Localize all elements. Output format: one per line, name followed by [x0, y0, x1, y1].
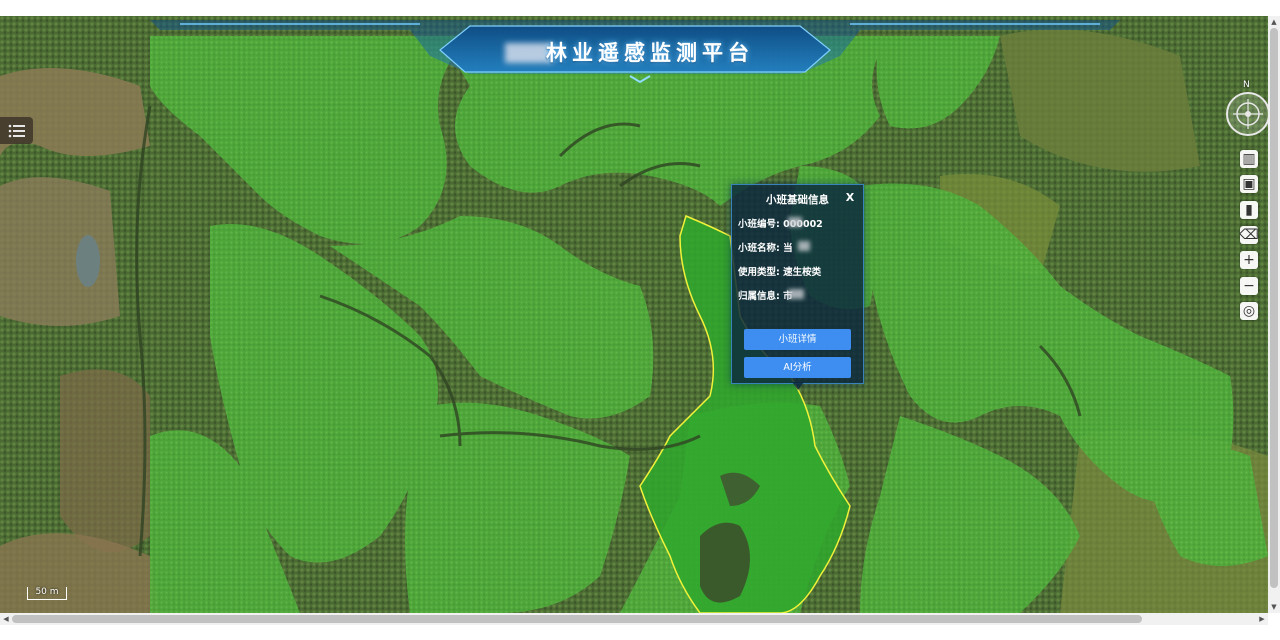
parcel-detail-button[interactable]: 小班详情 [744, 329, 851, 350]
page-title: 林业遥感监测平台 [546, 41, 754, 65]
field-label: 归属信息: [738, 291, 780, 302]
field-label: 小班编号: [738, 219, 780, 230]
list-menu-icon [8, 124, 25, 137]
height-measure-icon[interactable]: ▮ [1240, 201, 1258, 219]
farmland-patch [60, 369, 150, 552]
field-value: 速生桉类 [783, 267, 822, 278]
area-measure-icon[interactable]: ▣ [1240, 175, 1258, 193]
menu-button[interactable] [0, 117, 33, 144]
ruler-icon[interactable]: ▥ [1240, 150, 1258, 168]
redaction-mask [798, 241, 810, 251]
field-label: 小班名称: [738, 243, 780, 254]
field-value: 当 [783, 243, 793, 254]
parcel-info-popup: 小班基础信息 X 小班编号: 000002 小班名称: 当 使用类型: 速生桉类… [731, 184, 864, 384]
compass-north-label: N [1243, 80, 1250, 90]
redaction-mask [788, 217, 802, 227]
vertical-scrollbar[interactable]: ▲ ▼ [1268, 16, 1280, 613]
map-viewport[interactable]: 林业遥感监测平台 N ▥ ▣ ▮ ⌫ + − ◎ 小班基础信息 X 小班编号: … [0, 16, 1268, 613]
redaction-mask [788, 289, 804, 299]
field-label: 使用类型: [738, 267, 780, 278]
horizontal-scroll-thumb[interactable] [12, 615, 1142, 623]
zoom-in-icon[interactable]: + [1240, 251, 1258, 269]
eraser-icon[interactable]: ⌫ [1239, 226, 1259, 244]
ai-analysis-button[interactable]: AI分析 [744, 357, 851, 378]
scroll-up-icon[interactable]: ▲ [1268, 16, 1280, 28]
field-parcel-name: 小班名称: 当 [738, 240, 793, 254]
satellite-map[interactable] [0, 16, 1268, 613]
forest-island [700, 522, 750, 603]
field-parcel-id: 小班编号: 000002 [738, 216, 823, 230]
locate-icon[interactable]: ◎ [1240, 302, 1258, 320]
vertical-scroll-thumb[interactable] [1270, 28, 1278, 588]
compass-icon[interactable] [1225, 91, 1268, 137]
farmland-patch [0, 177, 120, 326]
scroll-right-icon[interactable]: ▶ [1256, 613, 1268, 625]
zoom-out-icon[interactable]: − [1240, 277, 1258, 295]
pond [76, 235, 100, 287]
horizontal-scrollbar[interactable]: ◀ ▶ [0, 613, 1268, 625]
popup-pointer [792, 382, 804, 390]
close-icon[interactable]: X [843, 191, 857, 205]
field-ownership: 归属信息: 市 [738, 288, 793, 302]
scroll-down-icon[interactable]: ▼ [1268, 601, 1280, 613]
field-usage-type: 使用类型: 速生桉类 [738, 264, 821, 278]
scale-bar: 50 m [27, 587, 67, 600]
scroll-left-icon[interactable]: ◀ [0, 613, 12, 625]
